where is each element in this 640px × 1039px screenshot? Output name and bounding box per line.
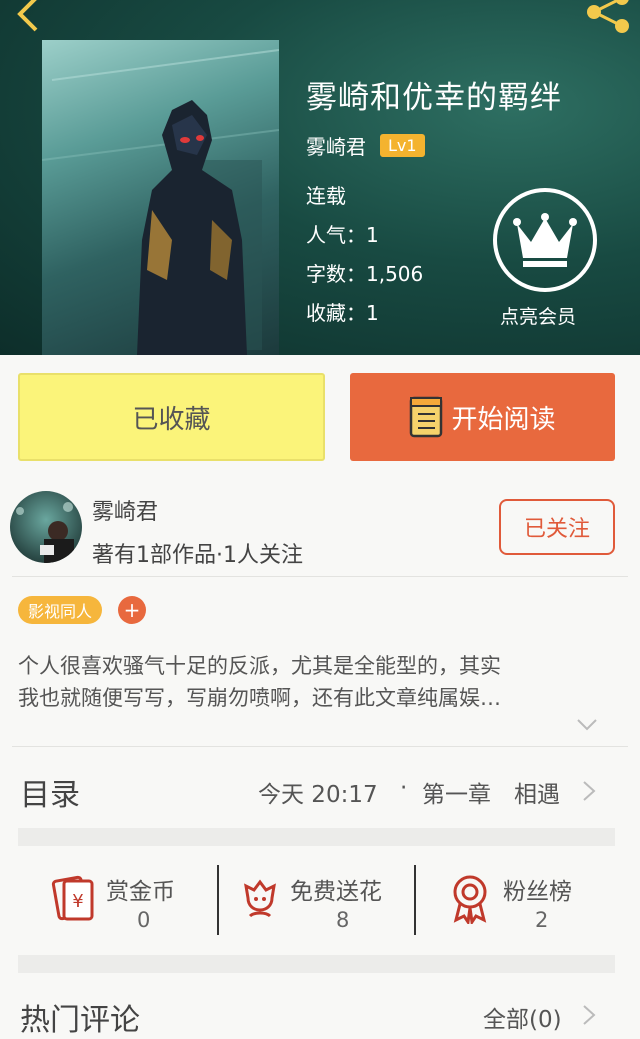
description-line: 我也就随便写写，写崩勿喷啊，还有此文章纯属娱… — [18, 686, 501, 710]
followed-button[interactable]: 已关注 — [499, 499, 615, 555]
flower-icon — [244, 879, 276, 918]
book-author-line: 雾崎君 Lv1 — [306, 131, 425, 160]
all-comments-label: 全部(0) — [483, 1007, 562, 1033]
book-header: 雾崎和优幸的羁绊 雾崎君 Lv1 连载 人气：1 字数：1,506 收藏：1 点… — [0, 0, 640, 355]
divider — [414, 865, 416, 935]
start-reading-label: 开始阅读 — [451, 404, 556, 435]
description-line: 个人很喜欢骚气十足的反派，尤其是全能型的，其实 — [18, 654, 501, 678]
book-cover-image[interactable] — [42, 40, 279, 355]
toc-label: 目录 — [20, 778, 80, 813]
book-description[interactable]: 个人很喜欢骚气十足的反派，尤其是全能型的，其实 我也就随便写写，写崩勿喷啊，还有… — [18, 650, 608, 714]
hot-comments-title: 热门评论 — [20, 1003, 140, 1038]
flower-count: 8 — [336, 908, 350, 932]
add-tag-button[interactable]: + — [118, 596, 146, 624]
divider — [217, 865, 219, 935]
chevron-left-icon — [17, 0, 38, 32]
book-status: 连载 — [306, 184, 346, 208]
back-button[interactable] — [6, 0, 46, 34]
author-stats: 著有1部作品·1人关注 — [92, 543, 303, 568]
svg-text:¥: ¥ — [72, 891, 83, 912]
book-word-count: 字数：1,506 — [306, 262, 424, 286]
fan-rank-label: 粉丝榜 — [503, 879, 572, 905]
genre-tag[interactable]: 影视同人 — [18, 596, 103, 624]
level-badge: Lv1 — [380, 134, 425, 157]
book-icon — [410, 396, 443, 438]
collected-button[interactable]: 已收藏 — [18, 373, 325, 461]
toc-separator: · — [400, 775, 408, 801]
book-favorites: 收藏：1 — [306, 301, 379, 325]
fan-rank-count: 2 — [535, 908, 549, 932]
reward-label: 赏金币 — [106, 879, 175, 905]
divider — [12, 576, 628, 577]
collected-label: 已收藏 — [132, 404, 211, 435]
book-title: 雾崎和优幸的羁绊 — [306, 80, 562, 116]
book-popularity: 人气：1 — [306, 223, 379, 247]
red-envelope-icon: ¥ — [51, 875, 94, 921]
vip-label[interactable]: 点亮会员 — [500, 302, 576, 329]
author-avatar[interactable] — [10, 491, 82, 563]
chevron-right-icon — [583, 781, 596, 801]
vip-button[interactable] — [493, 188, 597, 292]
divider — [12, 746, 628, 747]
section-separator — [18, 828, 615, 846]
start-reading-button[interactable]: 开始阅读 — [350, 373, 615, 461]
followed-label: 已关注 — [523, 517, 590, 542]
flower-label: 免费送花 — [290, 879, 382, 905]
crown-icon — [513, 213, 577, 267]
book-author[interactable]: 雾崎君 — [306, 131, 366, 160]
share-button[interactable] — [584, 0, 632, 34]
medal-icon — [453, 875, 487, 924]
toc-latest-chapter: 第一章 相遇 — [422, 782, 560, 808]
section-separator — [18, 955, 615, 973]
reward-count: 0 — [137, 908, 151, 932]
share-icon — [587, 0, 629, 33]
chevron-down-icon[interactable] — [576, 718, 598, 732]
author-name[interactable]: 雾崎君 — [92, 494, 158, 526]
chevron-right-icon — [583, 1005, 596, 1025]
toc-update-time: 今天 20:17 — [258, 782, 378, 808]
